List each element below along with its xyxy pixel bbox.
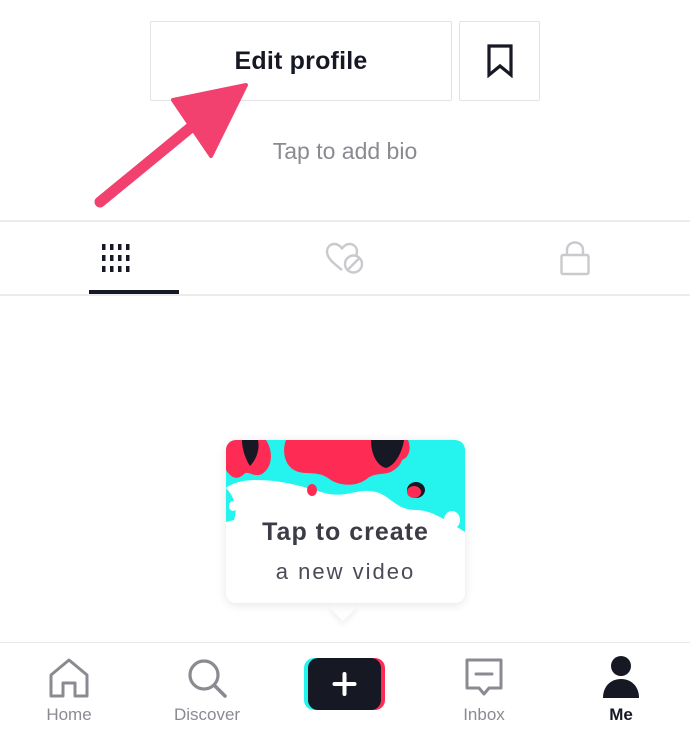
- create-video-button[interactable]: [304, 658, 385, 710]
- search-icon: [188, 659, 227, 698]
- nav-inbox-label: Inbox: [463, 705, 505, 724]
- tab-private[interactable]: [460, 222, 690, 294]
- heart-hidden-icon: [325, 242, 364, 274]
- tab-videos[interactable]: [0, 222, 230, 294]
- bookmark-icon: [486, 44, 513, 78]
- tab-liked[interactable]: [230, 222, 460, 294]
- nav-home[interactable]: Home: [30, 643, 108, 734]
- annotation-arrow: [94, 83, 248, 208]
- nav-discover[interactable]: Discover: [166, 643, 248, 734]
- nav-me[interactable]: Me: [582, 643, 660, 734]
- profile-icon: [603, 656, 639, 698]
- edit-profile-label: Edit profile: [234, 46, 368, 75]
- create-card-subtitle: a new video: [275, 559, 416, 584]
- grid-icon: [102, 244, 130, 272]
- create-video-card[interactable]: Tap to create a new video: [226, 440, 465, 603]
- nav-inbox[interactable]: Inbox: [445, 643, 523, 734]
- lock-icon: [560, 241, 590, 276]
- nav-discover-label: Discover: [173, 705, 241, 724]
- favorites-button[interactable]: [459, 21, 540, 101]
- bio-placeholder[interactable]: Tap to add bio: [0, 138, 690, 165]
- create-card-title: Tap to create: [262, 518, 429, 546]
- edit-profile-button[interactable]: Edit profile: [150, 21, 452, 101]
- home-icon: [49, 658, 89, 698]
- nav-home-label: Home: [46, 705, 92, 724]
- nav-me-label: Me: [609, 705, 633, 724]
- divider: [0, 294, 690, 296]
- inbox-icon: [465, 658, 503, 696]
